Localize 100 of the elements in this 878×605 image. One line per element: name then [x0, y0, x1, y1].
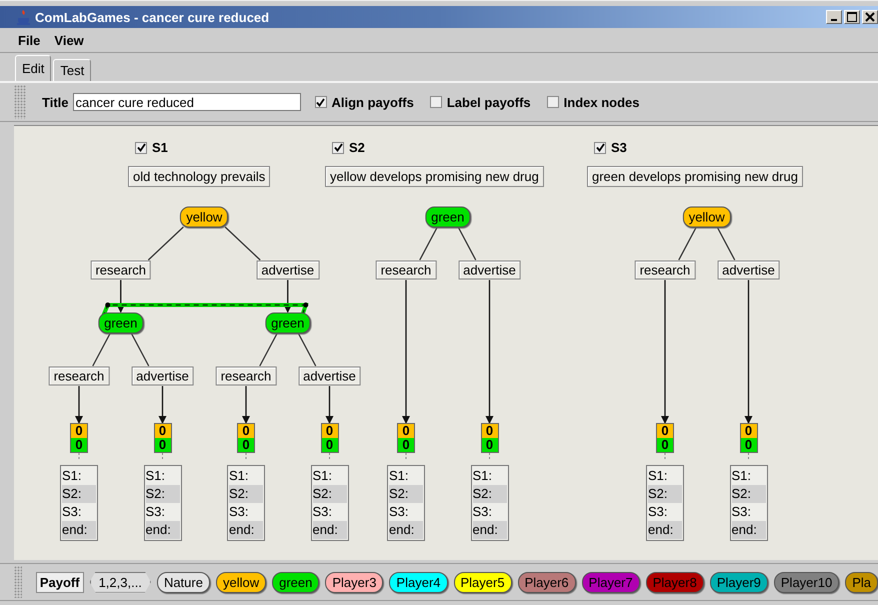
player-tool[interactable]: Player4	[389, 572, 448, 592]
toolbar-grip[interactable]	[14, 85, 26, 119]
player-node[interactable]: green	[265, 312, 310, 334]
tab[interactable]: Test	[53, 59, 92, 81]
payoff-tool[interactable]: Payoff	[36, 572, 84, 592]
dotted-connector	[748, 452, 749, 460]
arrow	[326, 386, 334, 424]
player-tool[interactable]: Player9	[710, 572, 768, 592]
checkbox[interactable]	[332, 142, 344, 154]
payoff-value: 0	[154, 424, 170, 438]
player-tool[interactable]: Player3	[325, 572, 384, 592]
title-field[interactable]: cancer cure reduced	[72, 93, 300, 111]
player-tool[interactable]: Nature	[156, 572, 210, 592]
scenario-name: S1	[152, 140, 168, 155]
outcome-row: end:	[312, 521, 346, 539]
sequence-tool[interactable]: 1,2,3,...	[90, 572, 151, 592]
payoff-value: 0	[322, 438, 338, 452]
outcome-row-text: S3:	[389, 503, 410, 521]
move-label[interactable]: advertise	[717, 260, 780, 280]
move-label[interactable]: research	[216, 366, 276, 386]
arrow	[158, 386, 166, 424]
arrow	[242, 386, 250, 424]
toolbar-grip[interactable]	[14, 566, 22, 598]
dotted-connector	[664, 452, 666, 460]
edge-line	[458, 226, 476, 260]
move-label[interactable]: advertise	[256, 260, 320, 280]
title-label: Title	[42, 94, 68, 110]
payoff-value: 0	[657, 438, 673, 452]
payoff-box[interactable]: 0 0	[480, 423, 498, 453]
outcome-row-text: S3:	[62, 503, 83, 521]
payoff-box[interactable]: 0 0	[656, 423, 674, 453]
move-label[interactable]: research	[376, 260, 436, 280]
scenario-description[interactable]: yellow develops promising new drug	[325, 166, 544, 187]
checkbox-label: Align payoffs	[332, 94, 414, 110]
window-title: ComLabGames - cancer cure reduced	[35, 10, 270, 24]
menu-item[interactable]: File	[18, 32, 40, 48]
move-label[interactable]: advertise	[458, 260, 521, 280]
player-node[interactable]: green	[98, 312, 144, 334]
move-label[interactable]: advertise	[131, 366, 194, 386]
payoff-value: 0	[482, 438, 498, 452]
checkbox[interactable]	[314, 96, 326, 108]
move-label[interactable]: advertise	[298, 366, 361, 386]
payoff-box[interactable]: 0 0	[320, 423, 338, 453]
close-button[interactable]	[862, 10, 878, 24]
player-node[interactable]: yellow	[682, 206, 731, 228]
edge-line	[298, 332, 316, 366]
player-tool[interactable]: Pla	[845, 572, 878, 592]
close-icon	[865, 12, 875, 22]
outcome-row: S2:	[732, 485, 766, 503]
move-label[interactable]: research	[90, 260, 152, 280]
outcome-row: S2:	[146, 485, 180, 503]
checkbox[interactable]	[546, 96, 559, 108]
outcome-row-text: S1:	[146, 467, 166, 485]
outcome-row-text: S1:	[472, 467, 494, 485]
outcome-row-text: S3:	[732, 503, 752, 521]
outcome-row-text: S3:	[312, 503, 334, 521]
tab[interactable]: Edit	[15, 55, 52, 81]
player-tool[interactable]: green	[272, 572, 320, 592]
player-tool[interactable]: Player6	[518, 572, 576, 592]
player-node[interactable]: green	[425, 206, 470, 228]
edge-line	[678, 226, 697, 260]
payoff-value: 0	[740, 424, 756, 438]
payoff-box[interactable]: 0 0	[397, 423, 415, 453]
dotted-connector	[489, 452, 490, 460]
outcome-row-text: S1:	[648, 467, 669, 485]
outcome-row: end:	[62, 521, 96, 539]
payoff-value: 0	[398, 438, 414, 452]
outcome-row-text: S1:	[312, 467, 334, 485]
scenario-description[interactable]: old technology prevails	[128, 166, 270, 187]
scenario-name: S2	[349, 140, 365, 155]
menu-item[interactable]: View	[54, 32, 84, 48]
scenario-description[interactable]: green develops promising new drug	[587, 166, 803, 187]
outcome-row-text: S3:	[146, 503, 166, 521]
payoff-box[interactable]: 0 0	[740, 423, 758, 453]
maximize-button[interactable]	[844, 10, 860, 24]
payoff-box[interactable]: 0 0	[154, 423, 172, 453]
player-node[interactable]: yellow	[180, 206, 228, 228]
outcome-row: S2:	[472, 485, 506, 503]
minimize-icon	[831, 19, 837, 21]
minimize-button[interactable]	[826, 10, 842, 24]
outcome-row: S2:	[312, 485, 346, 503]
outcome-row: S2:	[229, 485, 263, 503]
edge-line	[419, 226, 438, 260]
player-tool[interactable]: yellow	[216, 572, 266, 592]
outcome-row: end:	[472, 521, 506, 539]
player-tool[interactable]: Player5	[454, 572, 512, 592]
checkbox[interactable]	[594, 142, 606, 154]
payoff-value: 0	[740, 438, 756, 452]
move-label[interactable]: research	[634, 260, 696, 280]
payoff-box[interactable]: 0 0	[70, 423, 88, 453]
checkbox[interactable]	[430, 96, 442, 108]
player-tool[interactable]: Player10	[774, 572, 840, 592]
payoff-box[interactable]: 0 0	[237, 423, 255, 453]
outcome-row: end:	[389, 521, 423, 539]
checkbox-label: Label payoffs	[446, 94, 531, 110]
outcome-row-text: S1:	[732, 467, 752, 485]
edge-line	[224, 226, 261, 260]
move-label[interactable]: research	[48, 366, 110, 386]
checkbox[interactable]	[135, 142, 147, 154]
arrow	[75, 386, 83, 424]
